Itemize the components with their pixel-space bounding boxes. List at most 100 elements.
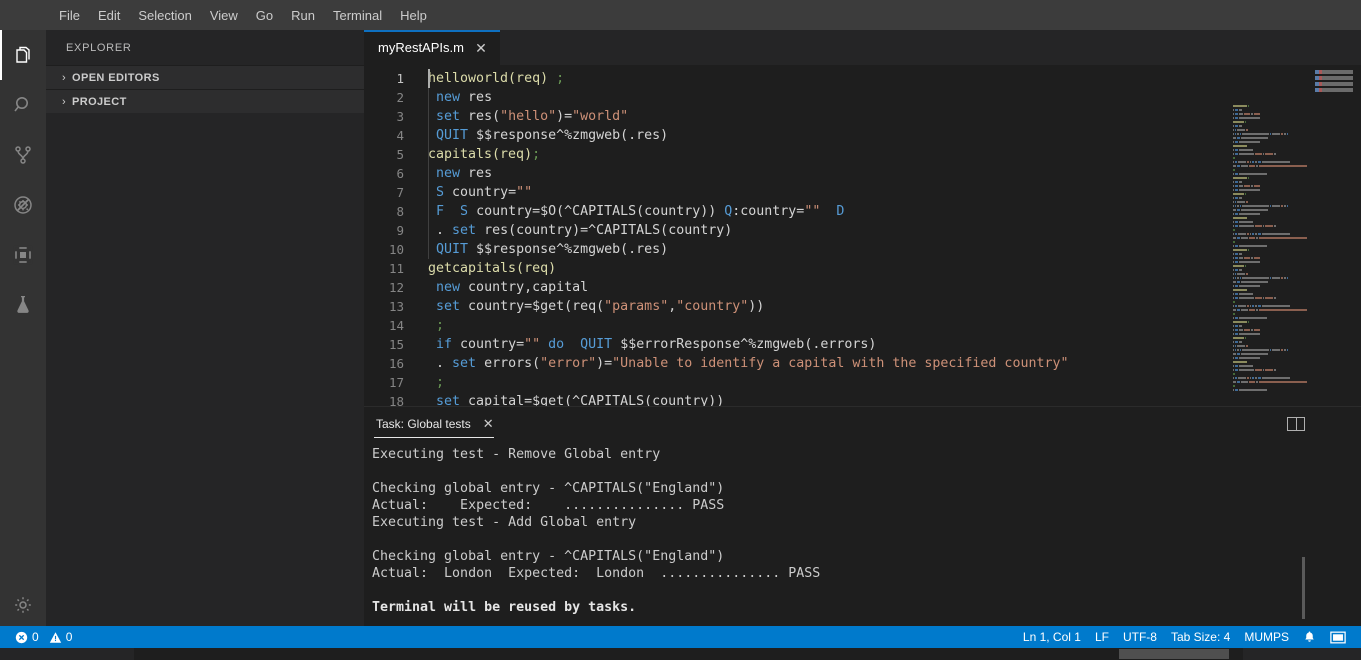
status-tab-size[interactable]: Tab Size: 4: [1164, 626, 1237, 648]
minimap-token: [1256, 381, 1258, 383]
code-token: capital=$get(^CAPITALS(country)): [460, 394, 725, 406]
source-control-icon[interactable]: [0, 130, 46, 180]
editor-tab-myRestAPIs[interactable]: myRestAPIs.m ✕: [364, 30, 501, 65]
minimap-token: [1235, 189, 1238, 191]
code-line[interactable]: ;: [426, 373, 1361, 392]
panel-layout-icon[interactable]: [1323, 626, 1353, 648]
minimap-token: [1263, 225, 1264, 227]
code-line[interactable]: QUIT $$response^%zmgweb(.res): [426, 126, 1361, 145]
code-line[interactable]: set country=$get(req("params","country")…: [426, 297, 1361, 316]
editor-vertical-scrollbar[interactable]: [1351, 100, 1361, 406]
split-terminal-icon[interactable]: [1287, 417, 1305, 431]
menu-item-edit[interactable]: Edit: [89, 4, 129, 27]
code-line[interactable]: ;: [426, 316, 1361, 335]
minimap-token: [1233, 305, 1234, 307]
menu-item-view[interactable]: View: [201, 4, 247, 27]
minimap-token: [1233, 209, 1236, 211]
minimap-token: [1233, 309, 1236, 311]
error-icon: [15, 631, 28, 644]
menu-item-run[interactable]: Run: [282, 4, 324, 27]
code-line[interactable]: getcapitals(req): [426, 259, 1361, 278]
minimap-token: [1235, 377, 1237, 379]
minimap-token: [1233, 373, 1235, 375]
line-number: 1: [396, 71, 404, 86]
code-content[interactable]: helloworld(req) ; new res set res("hello…: [426, 65, 1361, 406]
minimap-token: [1239, 153, 1254, 155]
minimap-token: [1235, 141, 1238, 143]
status-problems[interactable]: 0 0: [8, 626, 79, 648]
menu-item-file[interactable]: File: [50, 4, 89, 27]
close-icon[interactable]: ✕: [483, 416, 494, 432]
horizontal-scrollbar-thumb[interactable]: [1119, 649, 1229, 659]
line-number: 11: [388, 261, 404, 276]
menu-item-go[interactable]: Go: [247, 4, 282, 27]
minimap-token: [1233, 377, 1234, 379]
status-eol[interactable]: LF: [1088, 626, 1116, 648]
code-token: errors(: [476, 356, 541, 371]
line-number-gutter: 1 2 3 4 5 6 7 8 9 10 11 12 13 14 15 16 17 18: [364, 65, 426, 406]
code-line[interactable]: set capital=$get(^CAPITALS(country)): [426, 392, 1361, 406]
status-language-mode[interactable]: MUMPS: [1237, 626, 1296, 648]
code-line[interactable]: new res: [426, 88, 1361, 107]
settings-gear-icon[interactable]: [0, 580, 46, 630]
code-line[interactable]: . set errors("error")="Unable to identif…: [426, 354, 1361, 373]
minimap-token: [1233, 177, 1247, 179]
code-line[interactable]: helloworld(req) ;: [426, 69, 1361, 88]
code-token: .: [428, 223, 453, 238]
panel-tab-task-global-tests[interactable]: Task: Global tests ✕: [372, 416, 498, 438]
menu-item-selection[interactable]: Selection: [129, 4, 200, 27]
minimap-token: [1235, 133, 1236, 135]
code-line[interactable]: if country="" do QUIT $$errorResponse^%z…: [426, 335, 1361, 354]
code-line[interactable]: new res: [426, 164, 1361, 183]
minimap-token: [1255, 369, 1262, 371]
code-editor[interactable]: 1 2 3 4 5 6 7 8 9 10 11 12 13 14 15 16 17 18 helloworld(r…: [364, 65, 1361, 406]
extensions-icon[interactable]: [0, 230, 46, 280]
minimap-token: [1233, 153, 1234, 155]
code-line[interactable]: set res("hello")="world": [426, 107, 1361, 126]
minimap-token: [1246, 201, 1248, 203]
minimap-token: [1235, 149, 1238, 151]
minimap-token: [1265, 369, 1273, 371]
run-and-debug-icon[interactable]: [0, 180, 46, 230]
minimap-token: [1252, 305, 1254, 307]
minimap-token: [1258, 161, 1261, 163]
testing-flask-icon[interactable]: [0, 280, 46, 330]
sidebar-section-open-editors[interactable]: › OPEN EDITORS: [46, 65, 364, 89]
code-line[interactable]: QUIT $$response^%zmgweb(.res): [426, 240, 1361, 259]
explorer-icon[interactable]: [0, 30, 46, 80]
minimap-token: [1239, 329, 1243, 331]
minimap[interactable]: [1231, 100, 1351, 406]
sidebar-title: EXPLORER: [66, 41, 132, 54]
code-token: .: [428, 356, 453, 371]
line-number: 13: [388, 299, 404, 314]
status-encoding[interactable]: UTF-8: [1116, 626, 1164, 648]
sidebar-section-project[interactable]: › PROJECT: [46, 89, 364, 113]
minimap-overview-widget[interactable]: [1315, 70, 1353, 100]
notifications-bell-icon[interactable]: [1296, 626, 1323, 648]
code-line[interactable]: S country="": [426, 183, 1361, 202]
minimap-token: [1239, 253, 1242, 255]
search-icon[interactable]: [0, 80, 46, 130]
terminal-output[interactable]: Executing test - Remove Global entry Che…: [364, 441, 1361, 616]
status-cursor-position[interactable]: Ln 1, Col 1: [1016, 626, 1088, 648]
terminal-scrollbar-thumb[interactable]: [1302, 557, 1305, 619]
minimap-token: [1255, 377, 1257, 379]
minimap-token: [1247, 233, 1249, 235]
minimap-token: [1255, 233, 1257, 235]
minimap-token: [1233, 289, 1247, 291]
menu-item-terminal[interactable]: Terminal: [324, 4, 391, 27]
code-line[interactable]: capitals(req);: [426, 145, 1361, 164]
close-icon[interactable]: ✕: [474, 41, 488, 55]
menu-item-help[interactable]: Help: [391, 4, 436, 27]
code-line[interactable]: new country,capital: [426, 278, 1361, 297]
minimap-token: [1245, 193, 1246, 195]
line-number: 2: [396, 90, 404, 105]
code-line[interactable]: F S country=$O(^CAPITALS(country)) Q:cou…: [426, 202, 1361, 221]
minimap-token: [1241, 309, 1248, 311]
minimap-token: [1284, 205, 1286, 207]
minimap-token: [1259, 381, 1307, 383]
code-line[interactable]: . set res(country)=^CAPITALS(country): [426, 221, 1361, 240]
